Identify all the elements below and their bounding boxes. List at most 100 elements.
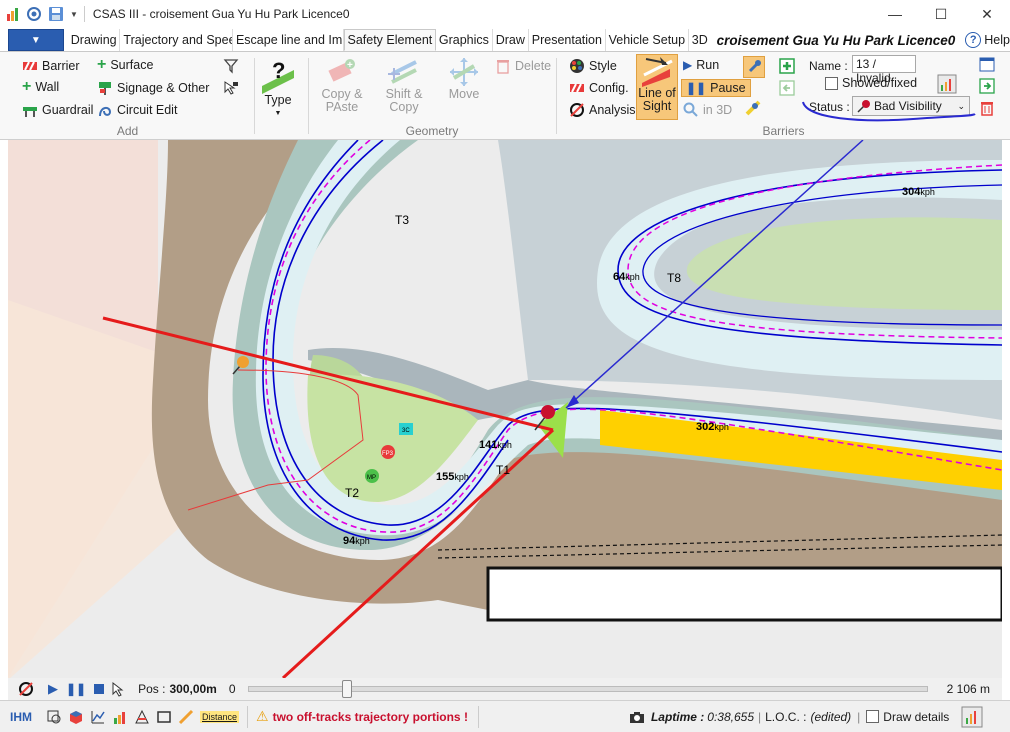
3d-cube-icon[interactable]: [68, 709, 84, 725]
laptime-label: Laptime :: [650, 709, 705, 724]
stop-analysis-icon[interactable]: [18, 681, 34, 697]
tab-escape-line[interactable]: Escape line and Imp: [233, 29, 344, 51]
shift-copy-button[interactable]: Shift & Copy: [379, 56, 429, 114]
copy-paste-button[interactable]: + Copy & PAste: [317, 56, 367, 114]
cursor-icon[interactable]: [110, 681, 126, 697]
filter-button[interactable]: [223, 58, 239, 74]
line-of-sight-button[interactable]: Line of Sight: [636, 54, 678, 120]
speed-304: 304kph: [902, 186, 935, 198]
add-square-icon: [779, 58, 795, 74]
marker-mp-label: MP: [367, 475, 376, 481]
speed-64: 64kph: [613, 271, 640, 283]
cursor-lock-icon: [224, 81, 238, 95]
move-button[interactable]: Move: [439, 56, 489, 101]
shift-copy-label-2: Copy: [389, 100, 419, 114]
settings-icon[interactable]: [26, 6, 42, 22]
app-chart-icon[interactable]: [6, 6, 20, 22]
marker-3c-label: 3C: [402, 428, 410, 434]
circuit-edit-button[interactable]: Circuit Edit: [97, 102, 177, 118]
help-label: Help: [984, 33, 1010, 47]
cursor-lock-button[interactable]: [223, 80, 239, 96]
next-barrier-button[interactable]: [979, 78, 995, 94]
tab-drawing[interactable]: Drawing: [68, 29, 121, 51]
graph-icon[interactable]: [90, 709, 106, 725]
type-button[interactable]: ? Type ▼: [259, 56, 297, 120]
signage-label: Signage & Other: [117, 81, 210, 95]
add-barrier-button[interactable]: [779, 58, 795, 74]
config-button[interactable]: Config.: [569, 80, 629, 96]
showed-fixed-checkbox[interactable]: Showed/fixed: [825, 76, 917, 90]
run-label: Run: [696, 58, 720, 72]
circuit-map[interactable]: 3C FP3 MP T3 T8 T2 T1 304kph 64kph 302kp…: [8, 140, 1002, 678]
calendar-button[interactable]: [979, 56, 995, 72]
palette-icon: [570, 59, 584, 73]
status-bar: IHM Distance ⚠ two off-tracks trajectory…: [0, 700, 1010, 732]
minimize-button[interactable]: —: [872, 0, 918, 28]
barrier-button[interactable]: Barrier: [22, 58, 80, 74]
tab-trajectory[interactable]: Trajectory and Spee: [120, 29, 233, 51]
play-icon: ▶: [683, 58, 693, 72]
qat-dropdown-icon[interactable]: ▼: [70, 10, 78, 19]
ruler-icon[interactable]: [178, 709, 194, 725]
delete-button[interactable]: Delete: [495, 58, 551, 74]
tab-3d[interactable]: 3D: [689, 29, 711, 51]
tab-draw[interactable]: Draw: [493, 29, 529, 51]
chart-panel-icon[interactable]: [961, 706, 983, 728]
tab-presentation[interactable]: Presentation: [529, 29, 606, 51]
loc-value: (edited): [810, 709, 852, 724]
tab-safety-element[interactable]: Safety Element: [343, 29, 436, 51]
distance-button[interactable]: Distance: [200, 710, 240, 723]
frame-icon[interactable]: [156, 709, 172, 725]
shift-copy-icon: [388, 60, 417, 84]
pushpin-icon: [748, 60, 761, 73]
chart-settings-button[interactable]: [937, 74, 957, 94]
analysis-button[interactable]: Analysis: [569, 102, 636, 118]
pin-visibility-button[interactable]: [745, 100, 761, 116]
position-slider-thumb[interactable]: [342, 680, 353, 698]
guardrail-label: Guardrail: [42, 103, 94, 117]
stop-button[interactable]: [94, 684, 105, 694]
previous-barrier-button[interactable]: [779, 80, 795, 96]
pos-value: 300,00m: [169, 682, 217, 696]
wall-button[interactable]: + Wall: [22, 79, 59, 95]
maximize-button[interactable]: ☐: [918, 0, 964, 28]
pause-playback-button[interactable]: ❚❚: [66, 682, 86, 696]
tab-graphics[interactable]: Graphics: [436, 29, 493, 51]
in-3d-button[interactable]: in 3D: [683, 102, 732, 118]
pin-tool-button[interactable]: [743, 56, 765, 78]
signage-button[interactable]: Signage & Other: [97, 80, 209, 96]
delete-barrier-button[interactable]: [979, 100, 995, 116]
calendar-icon: [979, 57, 995, 72]
name-field[interactable]: 13 / Invalid: [852, 55, 916, 85]
line-of-sight-label-2: Sight: [642, 99, 672, 113]
slider-start: 0: [228, 682, 236, 696]
close-button[interactable]: ✕: [964, 0, 1010, 28]
group-barriers-label: Barriers: [762, 124, 805, 138]
position-slider[interactable]: [247, 680, 928, 698]
drawing-icon[interactable]: [134, 709, 150, 725]
file-menu-button[interactable]: ▼: [8, 29, 64, 51]
warning-icon: ⚠: [256, 708, 269, 724]
draw-details-checkbox[interactable]: [866, 710, 880, 723]
map-canvas[interactable]: 3C FP3 MP T3 T8 T2 T1 304kph 64kph 302kp…: [8, 140, 1002, 678]
bar-chart-icon[interactable]: [112, 709, 128, 725]
in-3d-label: in 3D: [703, 103, 733, 117]
pause-button[interactable]: ❚❚ Pause: [681, 79, 751, 97]
save-icon[interactable]: [48, 6, 64, 22]
signage-icon: [99, 82, 111, 95]
run-button[interactable]: ▶ Run: [683, 58, 719, 72]
type-label: Type: [264, 93, 292, 107]
document-title: croisement Gua Yu Hu Park Licence0: [716, 33, 956, 48]
play-button[interactable]: ▶: [48, 681, 58, 697]
style-button[interactable]: Style: [569, 58, 617, 74]
analysis-icon: [570, 103, 584, 117]
tab-vehicle-setup[interactable]: Vehicle Setup: [606, 29, 689, 51]
marker-fp3-label: FP3: [382, 451, 394, 457]
help-icon: ?: [965, 32, 982, 48]
type-dropdown-icon: ▼: [274, 110, 282, 117]
help-button[interactable]: ? Help: [965, 32, 1010, 48]
group-add-label: Add: [116, 124, 139, 138]
guardrail-button[interactable]: Guardrail: [22, 102, 93, 118]
zoom-icon[interactable]: [46, 709, 62, 725]
surface-button[interactable]: + Surface: [97, 57, 153, 73]
